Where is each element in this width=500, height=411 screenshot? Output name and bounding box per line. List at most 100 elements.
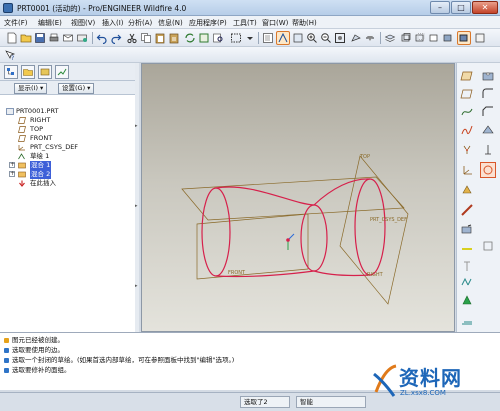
tree-item-label: 草绘 1 <box>30 152 50 160</box>
menu-window[interactable]: 窗口(W) <box>262 18 288 28</box>
tab-favorites[interactable] <box>38 65 52 79</box>
datum-plane-icon[interactable] <box>460 69 474 83</box>
expand-toggle[interactable]: + <box>9 162 15 168</box>
datum-plane-icon <box>18 135 26 142</box>
sketch-tool-icon[interactable] <box>460 123 474 137</box>
repaint-icon[interactable] <box>292 32 304 44</box>
shade-with-edges-icon[interactable] <box>457 31 471 45</box>
model-tree-toggle-icon[interactable] <box>262 32 274 44</box>
rib-icon[interactable] <box>481 123 495 137</box>
secondary-toolbar: ? <box>0 47 500 63</box>
merge-icon[interactable] <box>460 293 474 307</box>
revolve-icon[interactable] <box>460 203 474 217</box>
close-button[interactable]: ✕ <box>472 1 498 14</box>
tab-connections[interactable] <box>55 65 69 79</box>
graphics-window[interactable]: TOP PRT_CSYS_DEF RIGHT FRONT <box>141 63 455 332</box>
collapse-arrow-icon[interactable]: ▸ <box>135 283 139 291</box>
datum-point-icon[interactable] <box>460 143 474 157</box>
save-icon[interactable] <box>34 32 46 44</box>
redo-icon[interactable] <box>110 32 122 44</box>
zoom-out-icon[interactable] <box>320 32 332 44</box>
tree-item-label: RIGHT <box>30 116 51 124</box>
main-toolbar <box>0 29 500 47</box>
window-title: PRT0001 (活动的) - Pro/ENGINEER Wildfire 4.… <box>17 4 187 13</box>
selection-filter-icon[interactable] <box>230 32 242 44</box>
round-icon[interactable] <box>481 87 495 101</box>
csys-tool-icon[interactable] <box>460 163 474 177</box>
extrude-icon[interactable] <box>460 183 474 197</box>
cut-icon[interactable] <box>126 32 138 44</box>
menu-applications[interactable]: 应用程序(P) <box>189 18 227 28</box>
menu-analysis[interactable]: 分析(A) <box>128 18 152 28</box>
shading-icon[interactable] <box>442 32 454 44</box>
spin-center-icon[interactable] <box>474 32 486 44</box>
filter-dropdown[interactable]: 智能 <box>296 396 366 408</box>
tree-item-label: PRT0001.PRT <box>16 107 59 115</box>
tab-model-tree[interactable] <box>4 65 18 79</box>
expand-toggle[interactable]: + <box>9 171 15 177</box>
navigator-tabs <box>0 63 139 81</box>
menu-help[interactable]: 帮助(H) <box>292 18 317 28</box>
hidden-line-icon[interactable] <box>414 32 426 44</box>
saved-views-icon[interactable] <box>364 32 376 44</box>
message-text: 选取要使用的边。 <box>12 346 64 354</box>
info-icon <box>4 367 9 373</box>
minimize-button[interactable]: – <box>430 1 450 14</box>
menu-edit[interactable]: 编辑(E) <box>38 18 62 28</box>
collapse-arrow-icon[interactable]: ▸ <box>135 203 139 211</box>
settings-dropdown[interactable]: 设置(G) ▾ <box>58 83 95 94</box>
message-text: 选取要修补的面组。 <box>12 366 71 374</box>
undo-icon[interactable] <box>96 32 108 44</box>
sketch-icon <box>18 153 26 160</box>
open-folder-icon[interactable] <box>20 32 32 44</box>
model-viewport[interactable]: TOP PRT_CSYS_DEF RIGHT FRONT <box>142 64 456 333</box>
copy-icon[interactable] <box>140 32 152 44</box>
refit-icon[interactable] <box>334 32 346 44</box>
orient-icon[interactable] <box>276 31 290 45</box>
variable-section-sweep-icon[interactable] <box>481 239 495 253</box>
paste-icon[interactable] <box>154 32 166 44</box>
zoom-in-icon[interactable] <box>306 32 318 44</box>
blend-feature[interactable] <box>201 178 386 278</box>
find-icon[interactable] <box>212 32 224 44</box>
maximize-button[interactable]: □ <box>451 1 471 14</box>
email-link-icon[interactable] <box>76 32 88 44</box>
panel-splitter[interactable]: ▸ ▸ ▸ <box>135 63 139 332</box>
show-dropdown[interactable]: 显示(I) ▾ <box>14 83 48 94</box>
no-hidden-icon[interactable] <box>428 32 440 44</box>
wireframe-icon[interactable] <box>400 32 412 44</box>
paste-special-icon[interactable] <box>168 32 180 44</box>
menu-view[interactable]: 视图(V) <box>71 18 95 28</box>
dropdown-arrow-icon[interactable] <box>244 32 256 44</box>
blend-icon <box>18 162 26 169</box>
hole-icon[interactable] <box>481 69 495 83</box>
blend-edge-top <box>215 186 315 206</box>
datum-curve-icon[interactable] <box>460 105 474 119</box>
collapse-arrow-icon[interactable]: ▸ <box>135 123 139 131</box>
tab-folder-browser[interactable] <box>21 65 35 79</box>
new-file-icon[interactable] <box>6 32 18 44</box>
message-text: 选取一个封闭的草绘。(如果首选内部草绘，可在参照面板中找到"编辑"选项。) <box>12 356 235 364</box>
datum-axis-icon[interactable] <box>460 87 474 101</box>
print-icon[interactable] <box>48 32 60 44</box>
sweep-icon[interactable] <box>460 223 474 237</box>
email-icon[interactable] <box>62 32 74 44</box>
menu-tools[interactable]: 工具(T) <box>233 18 257 28</box>
reorient-icon[interactable] <box>350 32 362 44</box>
mirror-icon[interactable] <box>460 275 474 289</box>
style-tool-icon[interactable] <box>460 259 474 273</box>
draft-icon[interactable] <box>481 143 495 157</box>
menu-info[interactable]: 信息(N) <box>158 18 183 28</box>
menu-insert[interactable]: 插入(I) <box>102 18 124 28</box>
shell-icon[interactable] <box>480 162 496 178</box>
blend-tool-icon[interactable] <box>460 239 474 253</box>
chamfer-icon[interactable] <box>481 105 495 119</box>
help-whatsthis-icon[interactable]: ? <box>4 49 16 61</box>
menu-file[interactable]: 文件(F) <box>4 18 28 28</box>
layer-icon[interactable] <box>384 32 396 44</box>
tree-item-label: TOP <box>30 125 44 133</box>
datum-plane-icon <box>18 117 26 124</box>
pattern-icon[interactable] <box>460 313 474 327</box>
regen-manager-icon[interactable] <box>198 32 210 44</box>
regenerate-icon[interactable] <box>184 32 196 44</box>
